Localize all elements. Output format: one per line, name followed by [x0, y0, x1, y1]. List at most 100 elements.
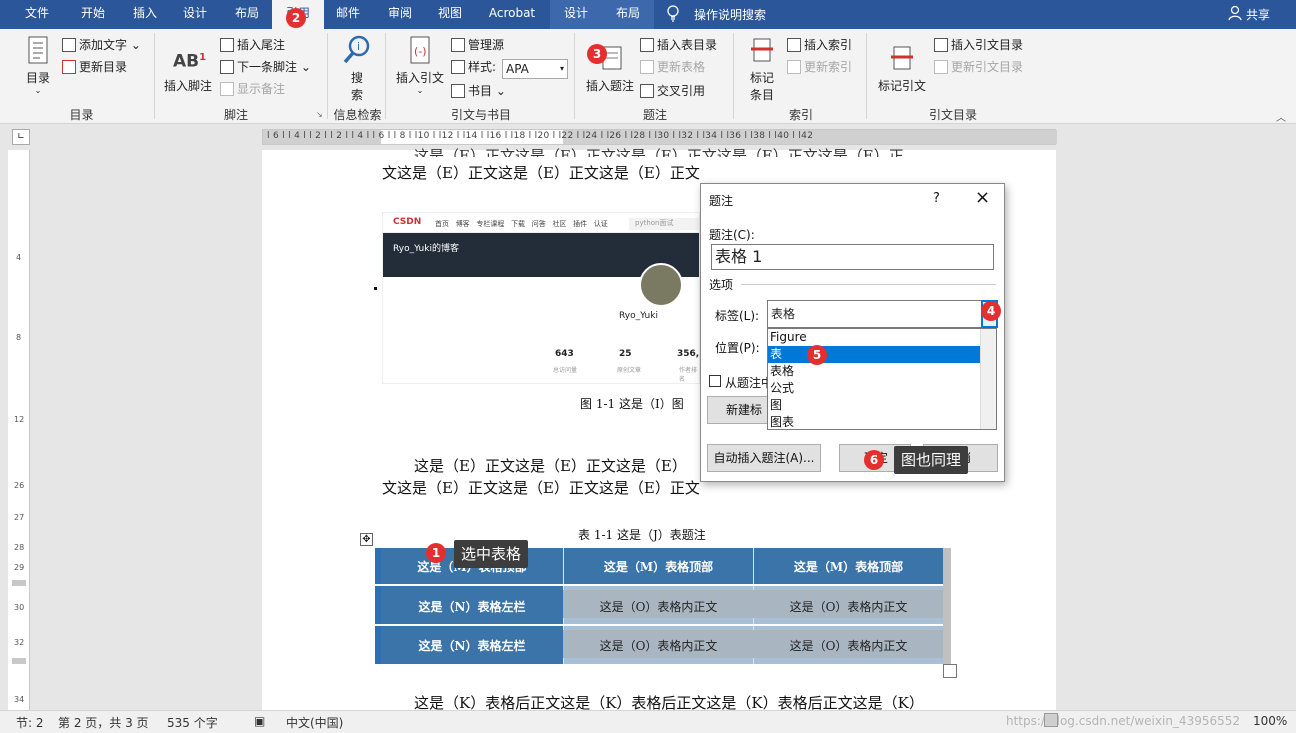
bibliography-label: 书目: [468, 84, 493, 98]
update-table-icon: [640, 60, 654, 74]
tab-selector[interactable]: ∟: [12, 129, 30, 145]
proofing-icon[interactable]: ▣: [254, 714, 265, 728]
insert-caption-label: 插入题注: [585, 79, 634, 93]
table-cell[interactable]: 这是（O）表格内正文: [754, 637, 943, 654]
list-scrollbar[interactable]: [980, 329, 996, 429]
dialog-title: 题注: [709, 194, 734, 208]
update-toa-button[interactable]: 更新引文目录: [934, 57, 1023, 77]
vertical-ruler-ticks: 4 8 12 26 27 28 29 30 32 34: [12, 253, 26, 704]
share-button[interactable]: 共享: [1246, 6, 1270, 23]
citation-icon: (-): [405, 35, 435, 65]
next-footnote-button[interactable]: 下一条脚注 ⌄: [220, 57, 311, 77]
exclude-label-checkbox[interactable]: [709, 375, 721, 387]
new-label-button[interactable]: 新建标签: [707, 396, 771, 424]
horizontal-ruler[interactable]: l 6 l l 4 l l 2 l l 2 l l 4 l l 6 l l 8 …: [262, 129, 1057, 145]
mark-entry-label-2: 条目: [749, 88, 774, 102]
tab-table-design[interactable]: 设计: [550, 0, 602, 29]
table-cell[interactable]: 这是（O）表格内正文: [564, 637, 753, 654]
step-badge-1: 1: [426, 543, 446, 563]
group-footnotes: AB1 插入脚注 插入尾注 下一条脚注 ⌄ 显示备注 脚注 ↘: [156, 33, 328, 122]
status-page[interactable]: 第 2 页，共 3 页: [58, 714, 149, 731]
bibliography-button[interactable]: 书目 ⌄: [451, 81, 506, 101]
list-item[interactable]: 公式: [768, 380, 996, 397]
toc-button[interactable]: 目录 ⌄: [16, 35, 60, 95]
table-of-figures-icon: [640, 38, 654, 52]
tab-review[interactable]: 审阅: [374, 0, 426, 29]
style-select-value: APA: [506, 62, 529, 76]
list-item[interactable]: Figure: [768, 329, 996, 346]
next-footnote-label: 下一条脚注: [237, 60, 298, 74]
svg-text:i: i: [357, 40, 360, 53]
vertical-ruler[interactable]: 4 8 12 26 27 28 29 30 32 34: [8, 150, 30, 710]
status-words[interactable]: 535 个字: [167, 714, 218, 731]
show-notes-button[interactable]: 显示备注: [220, 79, 285, 99]
status-language[interactable]: 中文(中国): [286, 714, 343, 731]
update-toc-button[interactable]: 更新目录: [62, 57, 127, 77]
blog-title: Ryo_Yuki的博客: [393, 244, 459, 254]
list-item-selected[interactable]: 表: [768, 346, 996, 363]
collapse-ribbon-icon[interactable]: ︿: [1276, 109, 1286, 124]
insert-toa-button[interactable]: 插入引文目录: [934, 35, 1023, 55]
insert-toa-label: 插入引文目录: [951, 38, 1024, 52]
print-layout-icon[interactable]: [1044, 713, 1058, 727]
para-line-2: 文这是（E）正文这是（E）正文这是（E）正文: [382, 164, 700, 182]
mark-entry-button[interactable]: 标记 条目: [739, 35, 785, 103]
insert-footnote-label: 插入脚注: [163, 79, 212, 93]
tell-me-search[interactable]: 操作说明搜索: [694, 6, 766, 23]
search-label-2: 索: [350, 88, 363, 102]
tab-design[interactable]: 设计: [168, 0, 222, 29]
tab-layout[interactable]: 布局: [220, 0, 274, 29]
tab-view[interactable]: 视图: [424, 0, 476, 29]
list-item[interactable]: 图: [768, 397, 996, 414]
search-icon: i: [342, 35, 372, 65]
status-section[interactable]: 节: 2: [16, 714, 44, 731]
stat-value-original: 25: [619, 349, 632, 359]
csdn-logo: CSDN: [393, 217, 422, 227]
person-icon: [1228, 5, 1242, 21]
table-row-header-cell[interactable]: 这是（N）表格左栏: [381, 598, 563, 615]
table-move-handle-icon[interactable]: ✥: [360, 533, 373, 546]
zoom-level[interactable]: 100%: [1253, 714, 1287, 728]
search-button[interactable]: i 搜 索: [335, 35, 379, 103]
title-tab-bar: 文件 开始 插入 设计 布局 引用 邮件 审阅 视图 Acrobat 设计 布局…: [0, 0, 1296, 29]
table-header-cell[interactable]: 这是（M）表格顶部: [754, 558, 943, 575]
autocaption-button[interactable]: 自动插入题注(A)...: [707, 444, 821, 472]
list-item[interactable]: 图表: [768, 414, 996, 431]
list-item[interactable]: 表格: [768, 363, 996, 380]
table-cell[interactable]: 这是（O）表格内正文: [564, 598, 753, 615]
insert-index-button[interactable]: 插入索引: [787, 35, 852, 55]
help-button[interactable]: ?: [933, 191, 940, 206]
insert-endnote-button[interactable]: 插入尾注: [220, 35, 285, 55]
close-icon[interactable]: ×: [975, 187, 990, 208]
insert-table-of-figures-button[interactable]: 插入表目录: [640, 35, 717, 55]
profile-username: Ryo_Yuki: [619, 311, 658, 321]
insert-toa-icon: [934, 38, 948, 52]
mark-citation-button[interactable]: 标记引文: [874, 43, 930, 94]
label-dropdown-list[interactable]: Figure 表 表格 公式 图 图表: [767, 328, 997, 430]
tab-acrobat[interactable]: Acrobat: [476, 0, 548, 29]
update-index-button[interactable]: 更新索引: [787, 57, 852, 77]
update-table-button[interactable]: 更新表格: [640, 57, 705, 77]
caption-input[interactable]: 表格 1: [711, 244, 994, 270]
tab-insert[interactable]: 插入: [118, 0, 172, 29]
insert-footnote-button[interactable]: AB1 插入脚注: [160, 43, 216, 94]
manage-sources-button[interactable]: 管理源: [451, 35, 504, 55]
insert-citation-button[interactable]: (-) 插入引文 ⌄: [393, 35, 447, 95]
tab-table-layout[interactable]: 布局: [602, 0, 654, 29]
table-row-header-cell[interactable]: 这是（N）表格左栏: [381, 637, 563, 654]
embedded-profile-image[interactable]: CSDN 首页 博客 专栏课程 下载 问答 社区 插件 认证 python面试 …: [382, 212, 700, 384]
table-header-cell[interactable]: 这是（M）表格顶部: [564, 558, 753, 575]
svg-text:32: 32: [14, 638, 24, 647]
cross-reference-button[interactable]: 交叉引用: [640, 81, 705, 101]
table-cell[interactable]: 这是（O）表格内正文: [754, 598, 943, 615]
tab-mailings[interactable]: 邮件: [322, 0, 374, 29]
ribbon: 目录 ⌄ 添加文字 ⌄ 更新目录 目录 AB1 插入脚注 插入尾注 下一条脚注 …: [0, 29, 1296, 124]
add-text-button[interactable]: 添加文字 ⌄: [62, 35, 141, 55]
table-resize-handle[interactable]: [943, 664, 957, 678]
step-badge-6: 6: [864, 450, 884, 470]
style-select[interactable]: APA ▾: [502, 59, 568, 79]
label-select[interactable]: 表格: [767, 300, 982, 328]
tab-file[interactable]: 文件: [10, 0, 64, 29]
tab-home[interactable]: 开始: [66, 0, 120, 29]
dialog-launcher-icon[interactable]: ↘: [316, 110, 323, 119]
